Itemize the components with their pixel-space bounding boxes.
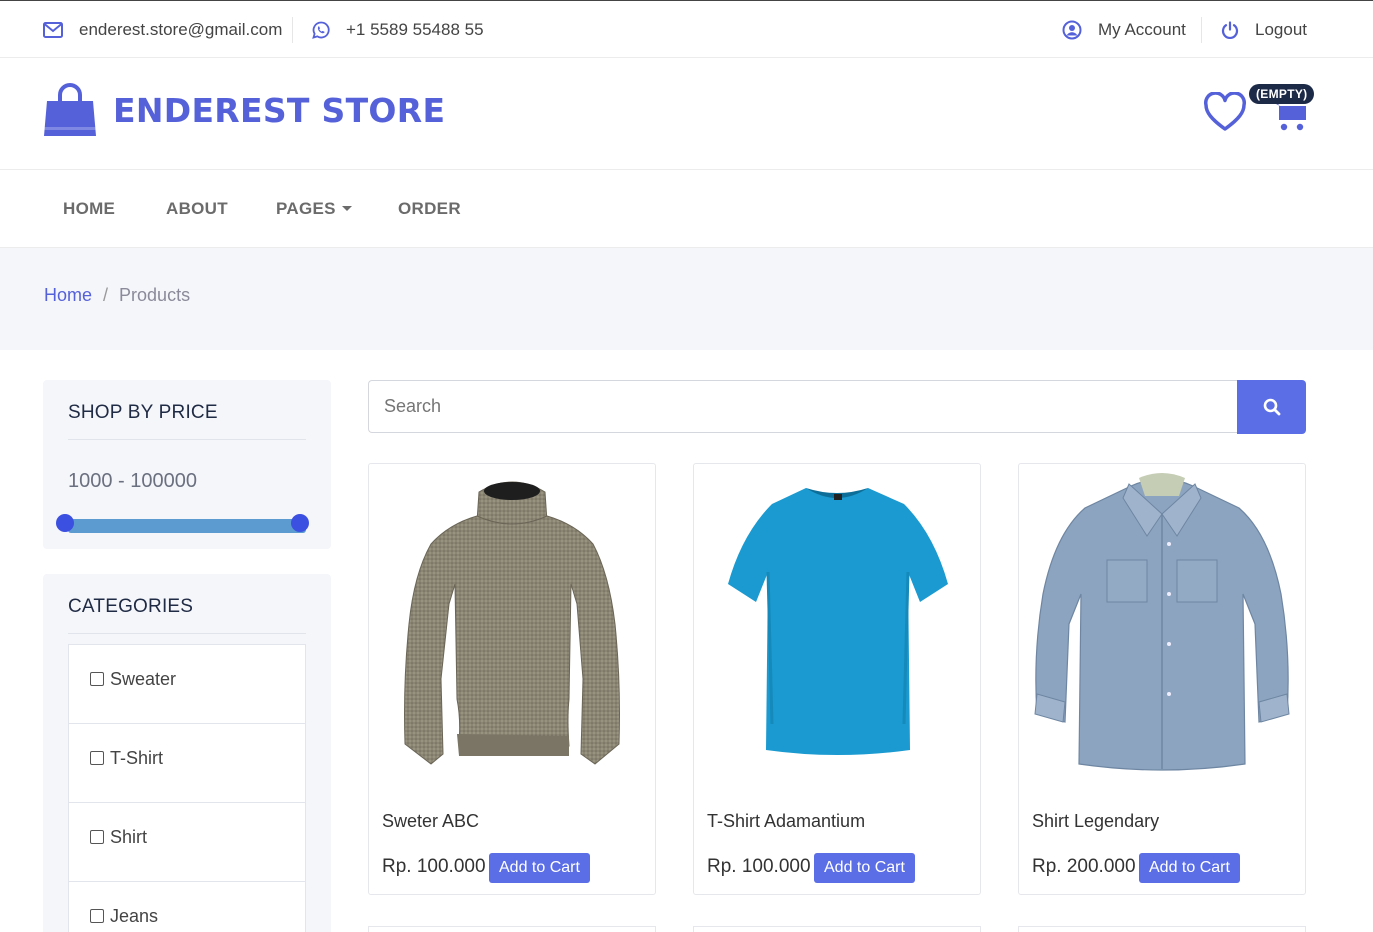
main-nav: HOME ABOUT PAGES ORDER	[0, 170, 1373, 248]
product-card[interactable]: T-Shirt Adamantium Rp. 100.000 Add to Ca…	[693, 463, 981, 895]
price-range-value: 1000 - 100000	[68, 470, 198, 492]
category-item[interactable]: Sweater	[69, 645, 305, 724]
product-name[interactable]: Sweter ABC	[382, 811, 479, 832]
contact-email[interactable]: enderest.store@gmail.com	[43, 1, 282, 58]
nav-about[interactable]: ABOUT	[166, 170, 228, 247]
contact-phone[interactable]: +1 5589 55488 55	[312, 1, 484, 58]
product-price: Rp. 200.000	[1032, 856, 1136, 877]
email-text: enderest.store@gmail.com	[79, 19, 283, 39]
category-checkbox[interactable]	[90, 672, 104, 686]
search-input[interactable]	[368, 380, 1238, 433]
product-card-partial	[1018, 926, 1306, 932]
my-account-label: My Account	[1098, 19, 1186, 39]
price-slider-max-handle[interactable]	[291, 514, 309, 532]
category-label: Jeans	[110, 906, 159, 926]
price-slider-track[interactable]	[68, 519, 306, 533]
add-to-cart-button[interactable]: Add to Cart	[814, 853, 915, 883]
breadcrumb-current: Products	[119, 285, 191, 305]
categories-title: CATEGORIES	[68, 596, 194, 617]
product-image-tshirt[interactable]	[694, 464, 980, 784]
product-image-sweater[interactable]	[369, 464, 655, 784]
category-checkbox[interactable]	[90, 830, 104, 844]
product-card[interactable]: Shirt Legendary Rp. 200.000 Add to Cart	[1018, 463, 1306, 895]
user-circle-icon	[1062, 20, 1082, 39]
logout-label: Logout	[1255, 19, 1307, 39]
search-icon	[1263, 398, 1280, 416]
price-slider-min-handle[interactable]	[56, 514, 74, 532]
logout-link[interactable]: Logout	[1221, 1, 1307, 58]
price-filter-title: SHOP BY PRICE	[68, 402, 218, 423]
cart-status-badge: (EMPTY)	[1249, 84, 1315, 104]
heart-icon[interactable]	[1203, 92, 1247, 132]
category-label: Shirt	[110, 827, 148, 847]
add-to-cart-button[interactable]: Add to Cart	[489, 853, 590, 883]
search-button[interactable]	[1237, 380, 1306, 434]
nav-home[interactable]: HOME	[63, 170, 115, 247]
category-label: Sweater	[110, 669, 177, 689]
top-bar: enderest.store@gmail.com +1 5589 55488 5…	[0, 0, 1373, 58]
shopping-bag-icon	[44, 83, 96, 136]
nav-pages-label: PAGES	[276, 198, 336, 218]
category-item[interactable]: T-Shirt	[69, 724, 305, 803]
product-image-shirt[interactable]	[1019, 464, 1305, 784]
price-filter-panel: SHOP BY PRICE 1000 - 100000	[43, 380, 331, 549]
breadcrumb-home[interactable]: Home	[44, 285, 92, 306]
site-header: ENDEREST STORE (EMPTY)	[0, 58, 1373, 170]
power-icon	[1221, 20, 1239, 39]
product-price: Rp. 100.000	[707, 856, 811, 877]
product-price: Rp. 100.000	[382, 856, 486, 877]
category-item[interactable]: Jeans	[69, 882, 305, 932]
product-card-partial	[693, 926, 981, 932]
breadcrumb: Home / Products	[44, 285, 190, 306]
brand-name: ENDEREST STORE	[113, 90, 446, 130]
product-name[interactable]: T-Shirt Adamantium	[707, 811, 865, 832]
envelope-icon	[43, 21, 63, 38]
category-label: T-Shirt	[110, 748, 164, 768]
category-checkbox[interactable]	[90, 751, 104, 765]
phone-text: +1 5589 55488 55	[346, 19, 484, 39]
product-card-partial	[368, 926, 656, 932]
whatsapp-icon	[312, 21, 330, 39]
categories-panel: CATEGORIES Sweater T-Shirt Shirt Jeans	[43, 574, 331, 932]
add-to-cart-button[interactable]: Add to Cart	[1139, 853, 1240, 883]
my-account-link[interactable]: My Account	[1062, 1, 1186, 58]
breadcrumb-separator: /	[103, 285, 109, 305]
nav-order[interactable]: ORDER	[398, 170, 461, 247]
brand-logo[interactable]: ENDEREST STORE	[43, 83, 445, 137]
nav-pages[interactable]: PAGES	[276, 170, 352, 247]
caret-down-icon	[341, 206, 352, 211]
category-item[interactable]: Shirt	[69, 803, 305, 882]
category-list: Sweater T-Shirt Shirt Jeans	[68, 644, 306, 932]
category-checkbox[interactable]	[90, 909, 104, 923]
breadcrumb-bar: Home / Products	[0, 248, 1373, 350]
product-card[interactable]: Sweter ABC Rp. 100.000 Add to Cart	[368, 463, 656, 895]
product-name[interactable]: Shirt Legendary	[1032, 811, 1159, 832]
